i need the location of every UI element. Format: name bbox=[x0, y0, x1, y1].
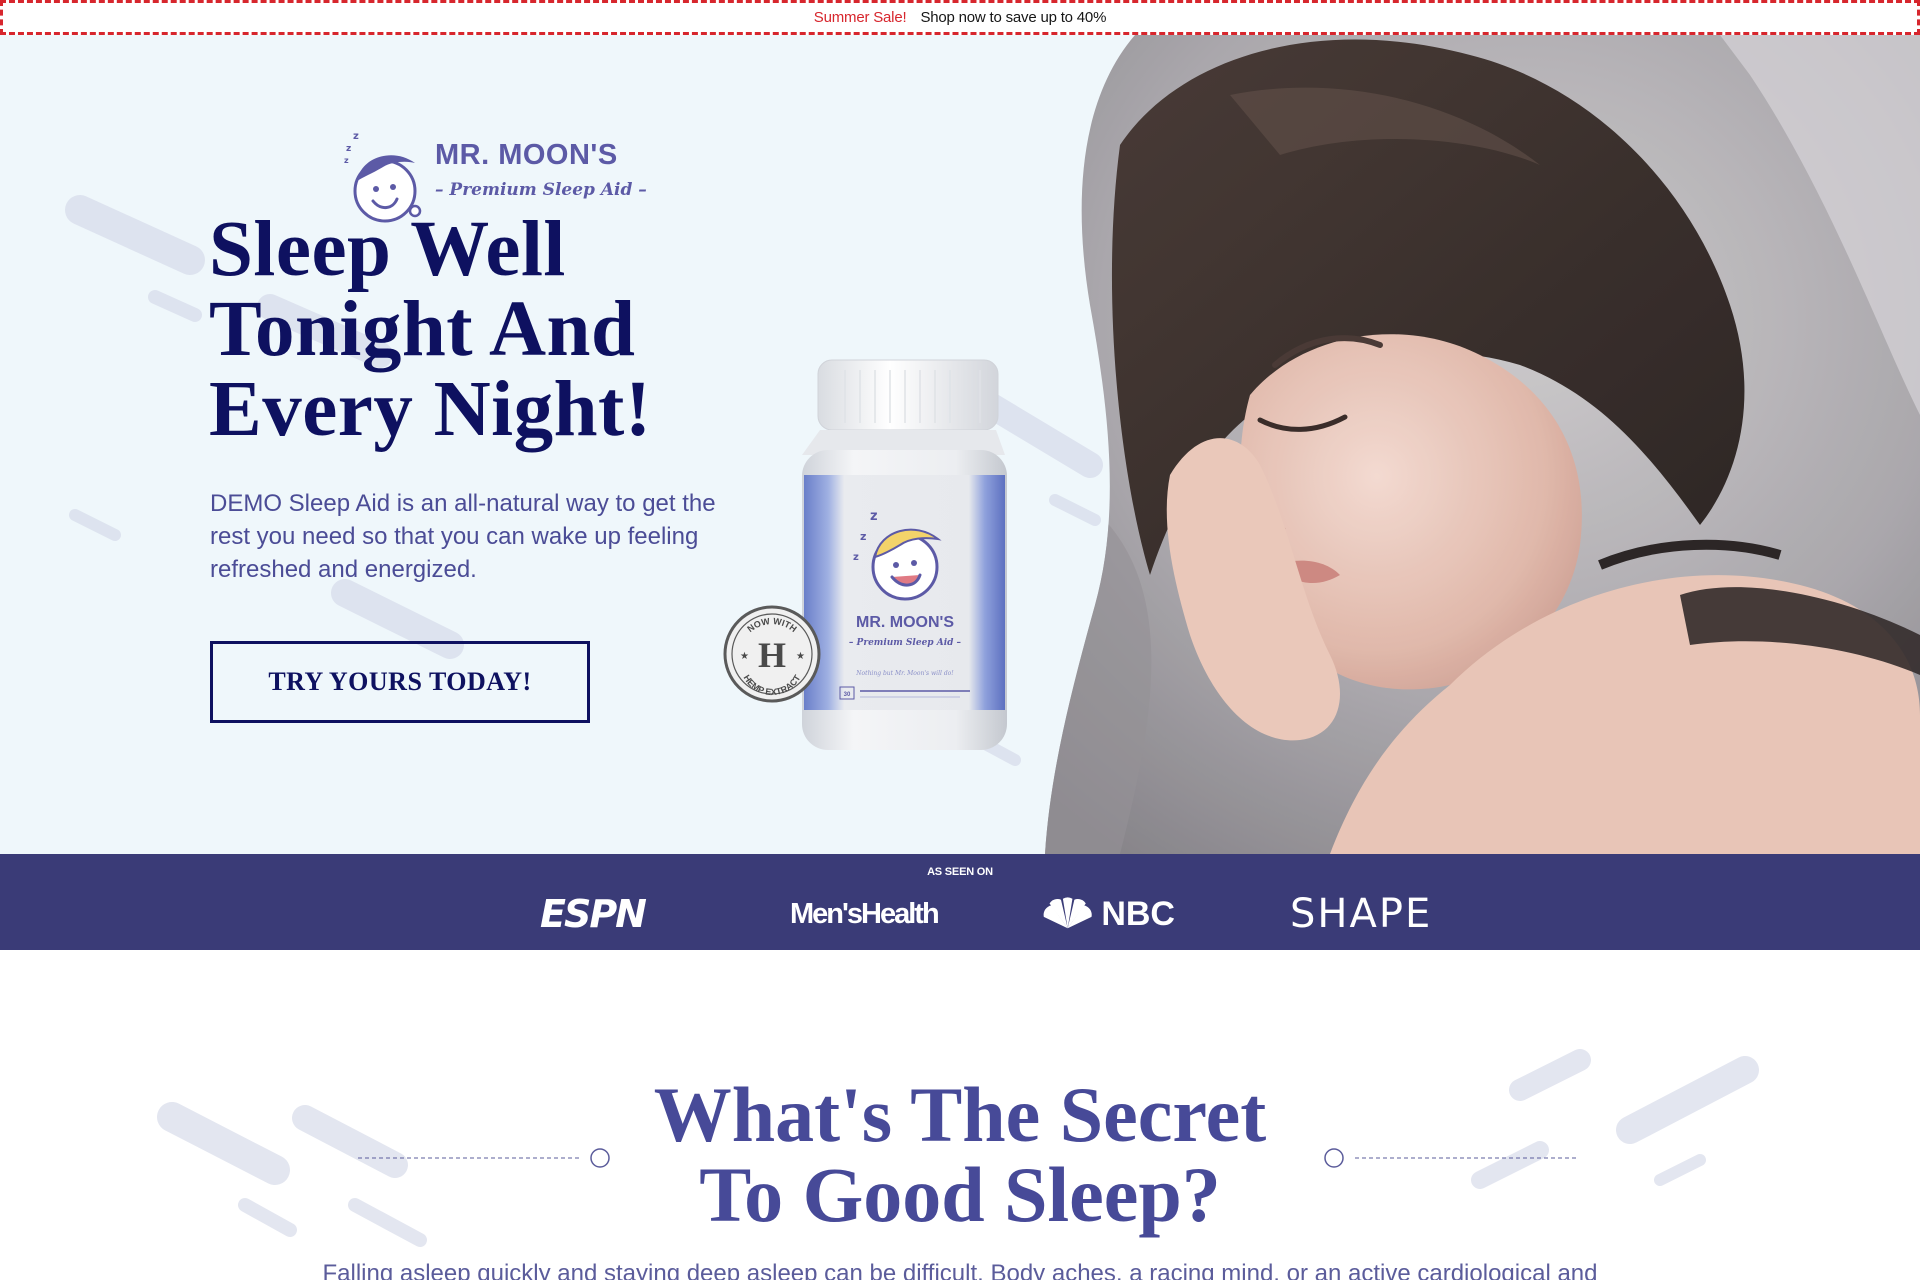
as-seen-on-bar: AS SEEN ON ESPN Men'sHealth NBC SHAPE bbox=[0, 854, 1920, 950]
bottle-label-tagline: – Premium Sleep Aid – bbox=[849, 638, 962, 648]
hero-headline: Sleep Well Tonight And Every Night! bbox=[209, 210, 769, 450]
product-bottle-image[interactable]: z z z MR. MOON'S – Premium Sleep Aid – N… bbox=[720, 325, 1020, 765]
hero-section: z z z MR. MOON'S – Premium Sleep Aid – S… bbox=[0, 35, 1920, 854]
badge-letter: H bbox=[758, 635, 786, 675]
svg-text:z: z bbox=[344, 156, 349, 165]
svg-text:★: ★ bbox=[740, 651, 749, 662]
mens-health-logo: Men'sHealth bbox=[790, 897, 940, 930]
brand-tagline: – Premium Sleep Aid – bbox=[435, 180, 647, 200]
secret-heading-line: To Good Sleep? bbox=[699, 1151, 1221, 1238]
try-yours-today-button[interactable]: TRY YOURS TODAY! bbox=[210, 641, 590, 723]
svg-text:z: z bbox=[860, 530, 866, 543]
as-seen-on-label: AS SEEN ON bbox=[927, 866, 993, 878]
secret-body-text: Falling asleep quickly and staying deep … bbox=[322, 1260, 1598, 1280]
headline-line: Every Night! bbox=[209, 366, 652, 453]
brand-name: MR. MOON'S bbox=[435, 139, 618, 171]
nbc-peacock-icon bbox=[1043, 897, 1092, 929]
bottle-count: 30 bbox=[844, 692, 851, 698]
svg-text:z: z bbox=[853, 552, 859, 563]
svg-text:z: z bbox=[870, 509, 878, 524]
bottle-label-small: Nothing but Mr. Moon's will do! bbox=[855, 670, 954, 677]
secret-heading: What's The Secret To Good Sleep? bbox=[560, 1075, 1360, 1235]
secret-heading-line: What's The Secret bbox=[653, 1071, 1267, 1158]
announcement-bar[interactable]: Summer Sale! Shop now to save up to 40% bbox=[0, 0, 1920, 35]
espn-logo: ESPN bbox=[540, 892, 647, 936]
secret-section: What's The Secret To Good Sleep? Falling… bbox=[0, 950, 1920, 1280]
headline-line: Sleep Well bbox=[209, 206, 566, 293]
sale-label[interactable]: Summer Sale! bbox=[814, 9, 907, 26]
hero-subcopy: DEMO Sleep Aid is an all-natural way to … bbox=[210, 490, 716, 583]
svg-text:z: z bbox=[346, 144, 351, 154]
nbc-logo: NBC bbox=[1040, 894, 1175, 934]
bottle-label-name: MR. MOON'S bbox=[856, 614, 954, 631]
svg-text:z: z bbox=[353, 131, 359, 142]
nbc-text: NBC bbox=[1101, 894, 1175, 933]
sale-message[interactable]: Shop now to save up to 40% bbox=[920, 9, 1106, 26]
headline-line: Tonight And bbox=[209, 286, 636, 373]
shape-logo: SHAPE bbox=[1290, 891, 1433, 937]
svg-text:★: ★ bbox=[796, 651, 805, 662]
